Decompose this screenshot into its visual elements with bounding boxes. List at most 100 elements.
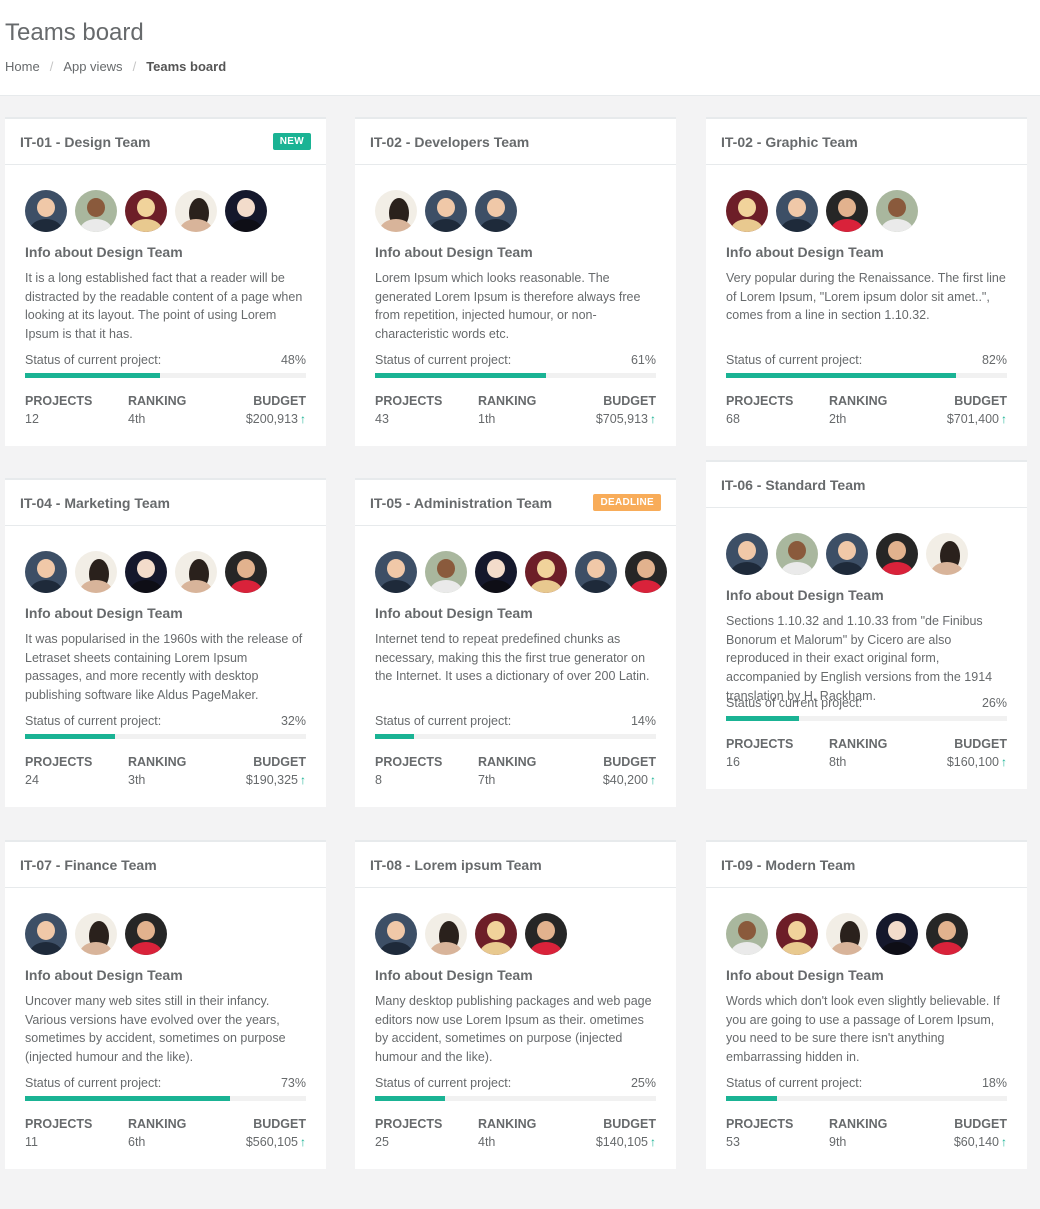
member-avatar[interactable] [525, 913, 567, 955]
member-avatar[interactable] [876, 913, 918, 955]
team-name[interactable]: IT-05 - Administration Team [370, 495, 552, 511]
member-avatar[interactable] [776, 913, 818, 955]
member-avatar[interactable] [375, 913, 417, 955]
member-avatar[interactable] [225, 551, 267, 593]
team-card-body: Info about Design Team Lorem Ipsum which… [355, 165, 676, 446]
projects-value: 24 [25, 773, 39, 787]
member-avatar[interactable] [776, 533, 818, 575]
member-avatar[interactable] [475, 190, 517, 232]
team-description: It was popularised in the 1960s with the… [25, 632, 303, 703]
budget-label: BUDGET [603, 1117, 656, 1131]
budget-stat: BUDGET $140,105 ↑ [578, 1117, 656, 1149]
projects-label: PROJECTS [25, 394, 93, 408]
member-avatar[interactable] [926, 913, 968, 955]
member-avatar[interactable] [425, 190, 467, 232]
member-avatar[interactable] [175, 190, 217, 232]
projects-label: PROJECTS [726, 394, 794, 408]
team-name[interactable]: IT-01 - Design Team [20, 134, 150, 150]
member-avatar[interactable] [25, 551, 67, 593]
member-avatar[interactable] [425, 551, 467, 593]
team-card-header: IT-01 - Design Team NEW [5, 119, 326, 165]
member-avatar[interactable] [225, 190, 267, 232]
team-info-title: Info about Design Team [375, 967, 533, 983]
team-name[interactable]: IT-09 - Modern Team [721, 857, 855, 873]
member-avatar[interactable] [826, 533, 868, 575]
project-progress-fill [25, 734, 115, 739]
breadcrumb: Home / App views / Teams board [5, 59, 1035, 74]
team-card-body: Info about Design Team Internet tend to … [355, 526, 676, 807]
project-progress-bar [25, 1096, 306, 1101]
projects-label: PROJECTS [726, 737, 794, 751]
member-avatar[interactable] [125, 190, 167, 232]
budget-value: $140,105 [595, 1135, 648, 1149]
member-avatar[interactable] [876, 533, 918, 575]
project-progress-fill [25, 373, 160, 378]
arrow-up-icon: ↑ [1001, 1135, 1007, 1149]
ranking-stat: RANKING 1th [478, 394, 578, 426]
project-status-label: Status of current project: [375, 1076, 512, 1090]
ranking-value: 4th [128, 412, 146, 426]
team-card-body: Info about Design Team Sections 1.10.32 … [706, 508, 1027, 789]
member-avatar[interactable] [475, 551, 517, 593]
team-name[interactable]: IT-07 - Finance Team [20, 857, 157, 873]
member-avatar[interactable] [826, 913, 868, 955]
member-avatar[interactable] [475, 913, 517, 955]
member-avatar[interactable] [375, 551, 417, 593]
member-avatar[interactable] [75, 551, 117, 593]
projects-stat: PROJECTS 12 [25, 394, 128, 426]
member-avatar[interactable] [926, 533, 968, 575]
ranking-stat: RANKING 7th [478, 755, 578, 787]
member-avatar[interactable] [876, 190, 918, 232]
projects-value: 25 [375, 1135, 389, 1149]
member-avatar[interactable] [776, 190, 818, 232]
project-progress-value: 25% [630, 1076, 656, 1090]
team-name[interactable]: IT-08 - Lorem ipsum Team [370, 857, 542, 873]
team-card: IT-08 - Lorem ipsum Team Info about Desi… [355, 840, 676, 1169]
team-name[interactable]: IT-04 - Marketing Team [20, 495, 170, 511]
budget-label: BUDGET [603, 755, 656, 769]
ranking-value: 4th [478, 1135, 496, 1149]
member-avatar[interactable] [75, 913, 117, 955]
member-avatar[interactable] [25, 913, 67, 955]
project-status: Status of current project: 61% [375, 353, 656, 367]
ranking-label: RANKING [478, 755, 537, 769]
budget-stat: BUDGET $40,200 ↑ [578, 755, 656, 787]
projects-value: 8 [375, 773, 382, 787]
budget-value: $200,913 [245, 412, 298, 426]
member-avatar[interactable] [25, 190, 67, 232]
budget-stat: BUDGET $60,140 ↑ [929, 1117, 1007, 1149]
member-avatar[interactable] [125, 913, 167, 955]
budget-stat: BUDGET $705,913 ↑ [578, 394, 656, 426]
project-status-label: Status of current project: [25, 353, 162, 367]
project-progress-fill [375, 734, 415, 739]
member-avatar[interactable] [525, 551, 567, 593]
breadcrumb-home-link[interactable]: Home [5, 59, 40, 74]
projects-label: PROJECTS [375, 755, 443, 769]
team-name[interactable]: IT-06 - Standard Team [721, 477, 865, 493]
team-card: IT-01 - Design Team NEW Info about Desig… [5, 117, 326, 446]
team-name[interactable]: IT-02 - Developers Team [370, 134, 529, 150]
team-card-header: IT-09 - Modern Team [706, 842, 1027, 888]
page-heading: Teams board Home / App views / Teams boa… [0, 0, 1040, 96]
member-avatar[interactable] [75, 190, 117, 232]
team-members [375, 913, 656, 955]
member-avatar[interactable] [726, 190, 768, 232]
project-progress-value: 26% [981, 696, 1007, 710]
member-avatar[interactable] [625, 551, 667, 593]
member-avatar[interactable] [375, 190, 417, 232]
projects-label: PROJECTS [25, 755, 93, 769]
project-status-label: Status of current project: [25, 714, 162, 728]
team-stats: PROJECTS 68 RANKING 2th BUDGET $701,400 ↑ [726, 394, 1007, 426]
member-avatar[interactable] [125, 551, 167, 593]
breadcrumb-app-views-link[interactable]: App views [63, 59, 122, 74]
member-avatar[interactable] [175, 551, 217, 593]
member-avatar[interactable] [425, 913, 467, 955]
member-avatar[interactable] [575, 551, 617, 593]
project-status: Status of current project: 82% [726, 353, 1007, 367]
member-avatar[interactable] [726, 533, 768, 575]
ranking-value: 2th [829, 412, 847, 426]
team-name[interactable]: IT-02 - Graphic Team [721, 134, 858, 150]
member-avatar[interactable] [826, 190, 868, 232]
team-card: IT-04 - Marketing Team Info about Design… [5, 478, 326, 807]
member-avatar[interactable] [726, 913, 768, 955]
